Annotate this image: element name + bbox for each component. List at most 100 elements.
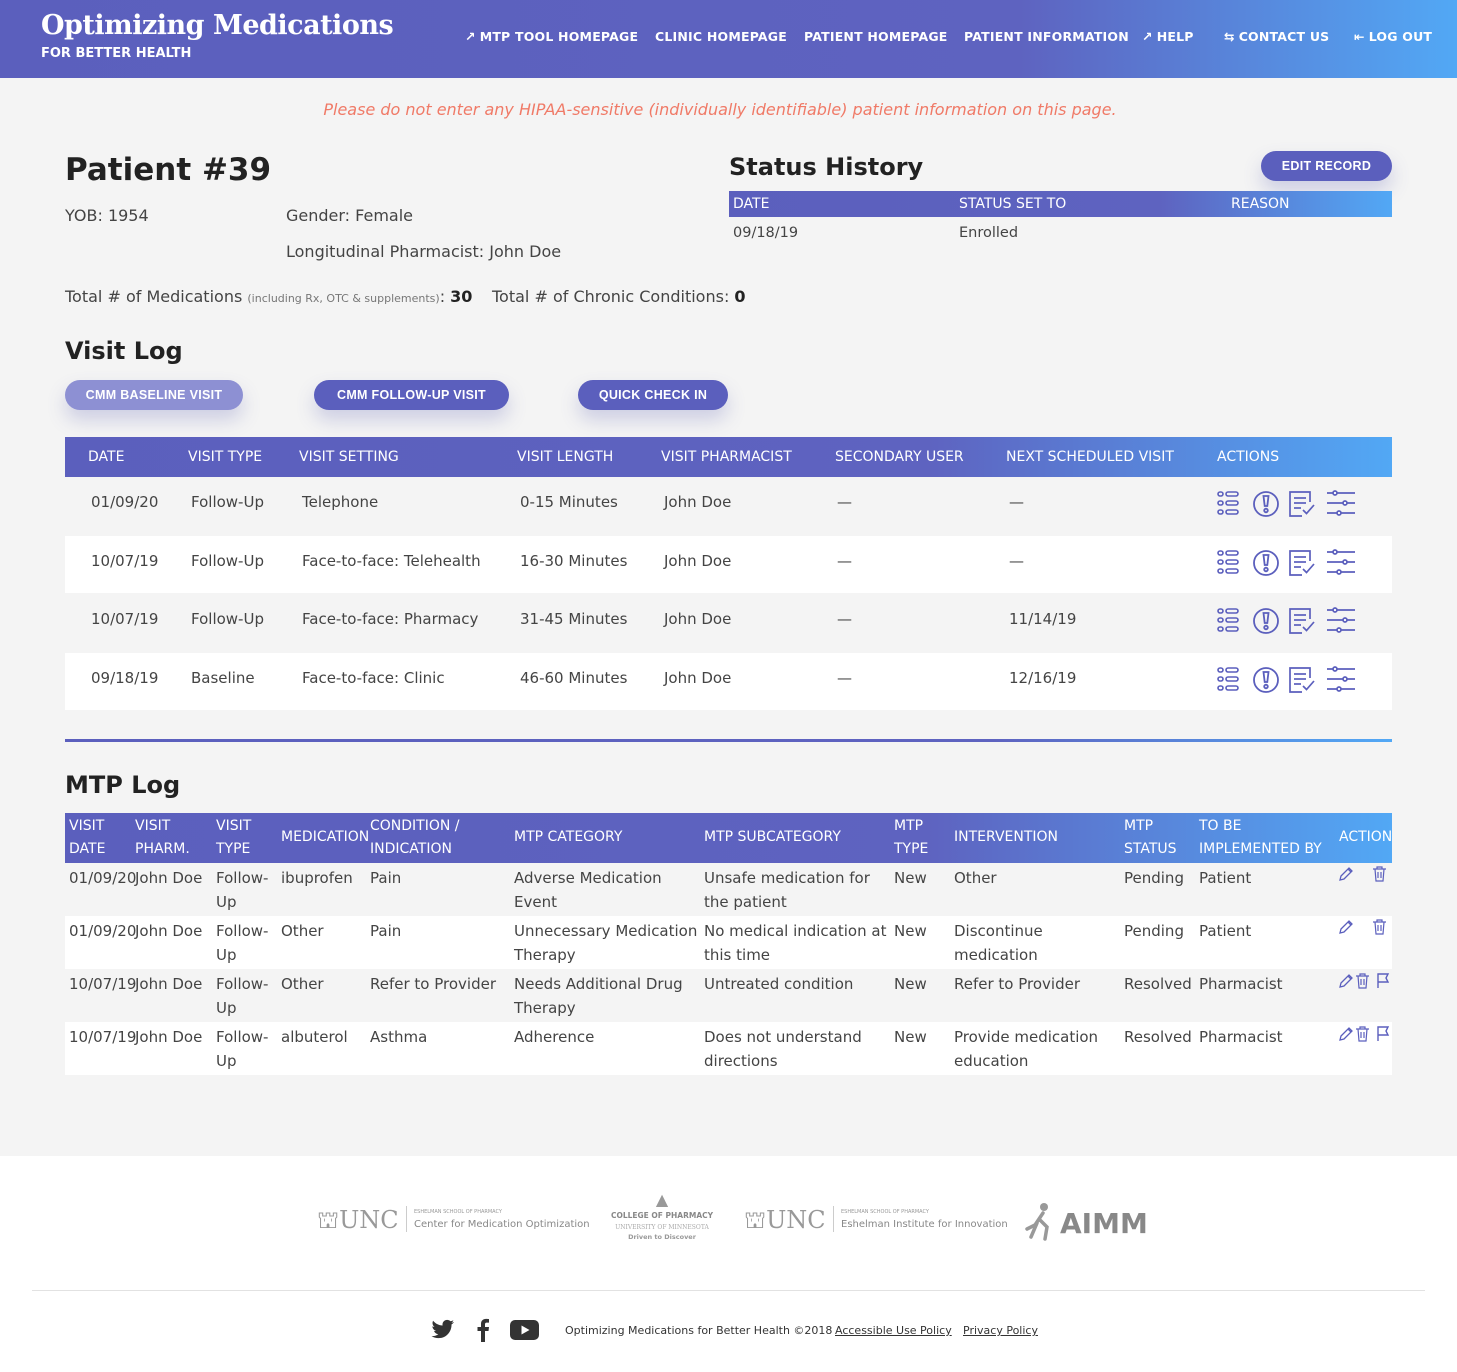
- status-history-row: 09/18/19 Enrolled: [733, 225, 1019, 241]
- mtp-type: Follow-Up: [216, 1028, 269, 1070]
- mtp-mtype: New: [894, 1028, 927, 1046]
- visit-setting: Telephone: [302, 493, 379, 511]
- arrow-up-right-icon: ↗: [465, 29, 476, 44]
- brand-title: Optimizing Medications: [41, 10, 394, 41]
- visit-secondary: —: [837, 493, 852, 511]
- pencil-icon[interactable]: [1338, 1026, 1354, 1046]
- visit-type: Follow-Up: [191, 552, 264, 570]
- mtp-cond: Asthma: [370, 1028, 428, 1046]
- visit-log-header: DATE VISIT TYPE VISIT SETTING VISIT LENG…: [65, 437, 1392, 477]
- mtp-med: albuterol: [281, 1028, 348, 1046]
- mtp-cond: Refer to Provider: [370, 975, 497, 993]
- trash-icon[interactable]: [1372, 919, 1387, 939]
- nav-patient-homepage[interactable]: PATIENT HOMEPAGE: [804, 29, 948, 44]
- trash-icon[interactable]: [1355, 1026, 1370, 1046]
- mtp-mtype: New: [894, 869, 927, 887]
- mtp-impl: Patient: [1199, 869, 1252, 887]
- mtp-row: 01/09/20 John Doe Follow-Up ibuprofen Pain Ad…: [65, 863, 1392, 916]
- arrow-up-right-icon: ↗: [1142, 29, 1153, 44]
- brand[interactable]: Optimizing Medications FOR BETTER HEALTH: [41, 10, 394, 61]
- old-well-icon: ⛫: [317, 1206, 340, 1234]
- mtp-med: Other: [281, 922, 324, 940]
- trash-icon[interactable]: [1372, 866, 1387, 886]
- mtp-impl: Patient: [1199, 922, 1252, 940]
- mtp-med: Other: [281, 975, 324, 993]
- twitter-icon[interactable]: [431, 1319, 455, 1341]
- visit-date: 10/07/19: [91, 552, 159, 570]
- top-header: Optimizing Medications FOR BETTER HEALTH…: [0, 0, 1457, 78]
- visit-pharmacist: John Doe: [664, 493, 732, 511]
- mtp-row: 01/09/20 John Doe Follow-Up Other Pain Unnece…: [65, 916, 1392, 969]
- mtp-status: Resolved: [1124, 975, 1192, 993]
- nav-log-out[interactable]: ⇤ LOG OUT: [1354, 29, 1432, 44]
- nav-help[interactable]: ↗ HELP: [1142, 29, 1194, 44]
- mtp-log-title: MTP Log: [65, 771, 181, 799]
- mtp-type: Follow-Up: [216, 975, 269, 1017]
- mtp-header-cell: CONDITION / INDICATION: [370, 818, 460, 857]
- flag-icon[interactable]: [1376, 1026, 1390, 1046]
- visit-secondary: —: [837, 669, 852, 687]
- cmm-baseline-visit-button[interactable]: CMM BASELINE VISIT: [65, 380, 243, 410]
- mtp-sub: Does not understand directions: [704, 1028, 862, 1070]
- mtp-impl: Pharmacist: [1199, 1028, 1283, 1046]
- mtp-status: Resolved: [1124, 1028, 1192, 1046]
- m-logo-icon: ▲: [655, 1190, 669, 1209]
- mtp-date: 10/07/19: [69, 975, 137, 993]
- nav-patient-information[interactable]: PATIENT INFORMATION: [964, 29, 1129, 44]
- mtp-date: 01/09/20: [69, 922, 137, 940]
- visit-type: Follow-Up: [191, 610, 264, 628]
- visit-date: 09/18/19: [91, 669, 159, 687]
- trash-icon[interactable]: [1355, 973, 1370, 993]
- mtp-interv: Refer to Provider: [954, 975, 1081, 993]
- youtube-icon[interactable]: [510, 1320, 539, 1340]
- total-chronic-conditions: Total # of Chronic Conditions: 0: [492, 287, 746, 306]
- pencil-icon[interactable]: [1338, 973, 1354, 993]
- mtp-log-header: VISIT DATE VISIT PHARM. VISIT TYPE MEDICATION C…: [65, 813, 1392, 863]
- patient-title: Patient #39: [65, 152, 272, 188]
- old-well-icon: ⛫: [744, 1206, 767, 1234]
- mtp-cat: Adverse Medication Event: [514, 869, 662, 911]
- mtp-pharm: John Doe: [135, 975, 203, 993]
- mtp-cond: Pain: [370, 869, 402, 887]
- mtp-med: ibuprofen: [281, 869, 353, 887]
- visit-pharmacist: John Doe: [664, 669, 732, 687]
- mtp-header-cell: ACTION: [1339, 829, 1393, 845]
- patient-pharmacist: Longitudinal Pharmacist: John Doe: [286, 242, 562, 261]
- flag-icon[interactable]: [1376, 973, 1390, 993]
- visit-next: 11/14/19: [1009, 610, 1077, 628]
- mtp-cat: Needs Additional Drug Therapy: [514, 975, 683, 1017]
- nav-contact-us[interactable]: ⇆ CONTACT US: [1224, 29, 1329, 44]
- umn-college-of-pharmacy-logo[interactable]: ▲ COLLEGE OF PHARMACY UNIVERSITY OF MINN…: [610, 1190, 714, 1242]
- visit-row: 09/18/19 Baseline Face-to-face: Clinic 46-6…: [65, 653, 1392, 710]
- pencil-icon[interactable]: [1338, 866, 1354, 886]
- mtp-cat: Unnecessary Medication Therapy: [514, 922, 698, 964]
- mtp-header-cell: MTP CATEGORY: [514, 829, 623, 845]
- mtp-pharm: John Doe: [135, 922, 203, 940]
- privacy-policy-link[interactable]: Privacy Policy: [963, 1324, 1038, 1337]
- status-history-header: DATE STATUS SET TO REASON: [729, 191, 1392, 217]
- facebook-icon[interactable]: [476, 1318, 490, 1342]
- visit-secondary: —: [837, 552, 852, 570]
- mtp-sub: Unsafe medication for the patient: [704, 869, 870, 911]
- mtp-header-cell: INTERVENTION: [954, 829, 1059, 845]
- cmm-follow-up-visit-button[interactable]: CMM FOLLOW-UP VISIT: [314, 380, 509, 410]
- visit-pharmacist: John Doe: [664, 552, 732, 570]
- visit-next: —: [1009, 493, 1024, 511]
- quick-check-in-button[interactable]: QUICK CHECK IN: [578, 380, 728, 410]
- visit-length: 0-15 Minutes: [520, 493, 618, 511]
- mtp-header-cell: VISIT DATE: [69, 818, 106, 857]
- swap-arrows-icon: ⇆: [1224, 29, 1235, 44]
- footer: ⛫UNC ESHELMAN SCHOOL OF PHARMACY Center …: [0, 1156, 1457, 1372]
- pencil-icon[interactable]: [1338, 919, 1354, 939]
- logout-icon: ⇤: [1354, 29, 1365, 44]
- mtp-pharm: John Doe: [135, 1028, 203, 1046]
- edit-record-button[interactable]: EDIT RECORD: [1261, 151, 1392, 181]
- mtp-mtype: New: [894, 975, 927, 993]
- nav-mtp-tool-homepage[interactable]: ↗ MTP TOOL HOMEPAGE: [465, 29, 638, 44]
- hipaa-notice: Please do not enter any HIPAA-sensitive …: [323, 100, 1117, 119]
- mtp-header-cell: TO BE IMPLEMENTED BY: [1199, 818, 1322, 857]
- mtp-header-cell: MTP STATUS: [1124, 818, 1177, 857]
- visit-next: —: [1009, 552, 1024, 570]
- nav-clinic-homepage[interactable]: CLINIC HOMEPAGE: [655, 29, 787, 44]
- accessible-use-policy-link[interactable]: Accessible Use Policy: [835, 1324, 952, 1337]
